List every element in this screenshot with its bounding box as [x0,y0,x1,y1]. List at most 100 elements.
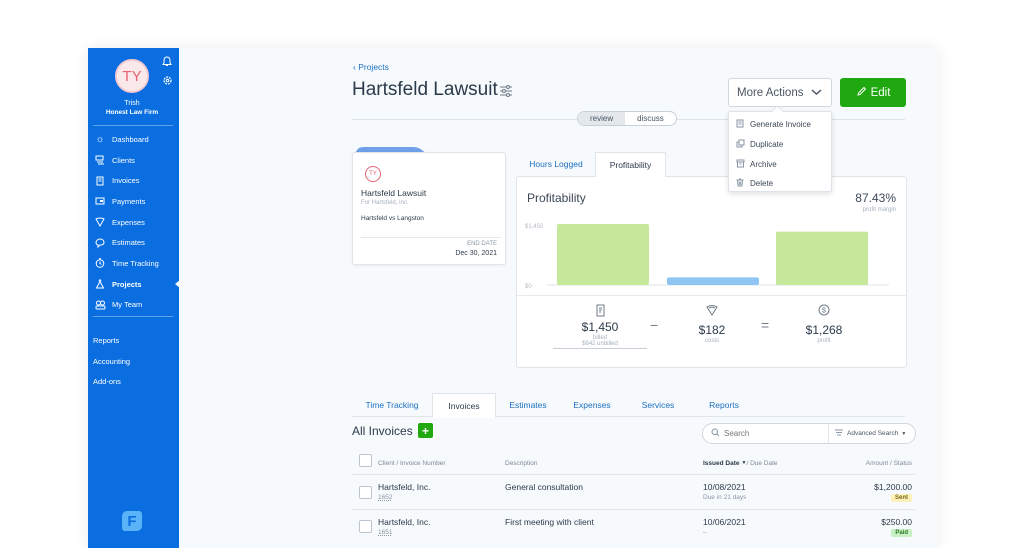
search-icon [711,428,720,439]
sliders-icon[interactable] [499,84,513,98]
filter-icon [835,429,843,438]
unbilled-label[interactable]: $642 unbilled [553,341,647,349]
menu-item-generate-invoice[interactable]: Generate Invoice [729,115,831,135]
profitability-panel: Profitability 87.43% profit margin $1,45… [516,176,907,368]
edit-button[interactable]: Edit [840,78,906,107]
more-actions-button[interactable]: More Actions [728,78,832,107]
row-divider [352,509,916,510]
row-client: Hartsfeld, Inc. [378,517,431,527]
sidebar-item-my-team[interactable]: My Team [88,295,179,316]
row-invoice-number[interactable]: 1651 [378,529,392,536]
sidebar-item-expenses[interactable]: Expenses [88,212,179,233]
sidebar-item-reports[interactable]: Reports [93,330,130,351]
row-amount: $250.00 [881,517,912,527]
costs-stat: $182 costs [677,304,747,344]
select-all-checkbox[interactable] [359,454,372,467]
menu-item-delete[interactable]: Delete [729,174,831,194]
breadcrumb[interactable]: ‹ Projects [353,62,389,72]
trash-icon [736,178,746,189]
sidebar-item-projects[interactable]: Projects [88,274,180,295]
clients-icon [94,154,106,166]
column-client[interactable]: Client / Invoice Number [378,453,446,473]
add-invoice-button[interactable]: + [418,423,433,438]
project-card-client: For Hartsfeld, Inc. [361,200,409,206]
sidebar-item-clients[interactable]: Clients [88,150,179,171]
sidebar-item-label: Dashboard [112,134,149,144]
costs-value: $182 [698,323,726,337]
expenses-icon [677,304,747,318]
column-amount-status[interactable]: Amount / Status [866,453,912,473]
costs-label: costs [704,338,719,344]
tab-invoices[interactable]: Invoices [432,393,496,418]
menu-item-duplicate[interactable]: Duplicate [729,135,831,155]
row-checkbox[interactable] [359,520,372,533]
sidebar-item-estimates[interactable]: Estimates [88,232,179,253]
sidebar-nav: ☼ Dashboard Clients Invoices Payments Exp… [88,129,180,316]
sidebar-item-accounting[interactable]: Accounting [93,351,130,372]
search-bar: Advanced Search ▼ [702,423,916,444]
project-card-description: Hartsfeld vs Langston [361,215,424,222]
sidebar-divider [93,125,173,126]
column-description[interactable]: Description [505,453,538,473]
bar-costs[interactable] [667,277,759,285]
profit-value: $1,268 [805,323,843,337]
project-tabs: Time Tracking Invoices Estimates Expense… [352,393,905,418]
more-actions-menu: Generate Invoice Duplicate Archive Delet… [728,111,832,192]
tab-services[interactable]: Services [626,393,690,417]
sidebar-item-label: Payments [112,196,146,206]
tab-reports[interactable]: Reports [692,393,756,417]
search-input[interactable] [724,429,828,438]
invoice-icon [736,119,746,130]
tab-time-tracking[interactable]: Time Tracking [352,393,432,417]
y-tick-label-top: $1,450 [525,224,544,230]
menu-item-label: Archive [750,159,777,169]
dashboard-icon: ☼ [95,133,105,145]
panel-divider [517,295,906,296]
user-avatar[interactable]: TY [115,59,149,93]
invoice-icon [553,304,647,318]
tab-profitability[interactable]: Profitability [595,152,666,177]
row-checkbox[interactable] [359,486,372,499]
sidebar: TY Trish Honest Law Firm ☼ Dashboard Clie… [88,48,180,548]
bar-billed[interactable] [557,224,649,285]
sidebar-item-dashboard[interactable]: ☼ Dashboard [88,129,179,150]
tab-hours-logged[interactable]: Hours Logged [518,152,594,176]
row-client: Hartsfeld, Inc. [378,482,431,492]
row-description: General consultation [505,482,583,492]
caret-down-icon: ▼ [901,430,907,437]
row-amount: $1,200.00 [874,482,912,492]
column-issued-date: Issued Date [703,459,740,467]
review-discuss-toggle: review discuss [577,111,677,126]
dollar-icon: $ [787,304,861,318]
toggle-review[interactable]: review [578,112,626,125]
tab-expenses[interactable]: Expenses [560,393,624,417]
advanced-search-label: Advanced Search [847,430,899,437]
sidebar-item-add-ons[interactable]: Add-ons [93,371,130,392]
project-card[interactable]: TY Hartsfeld Lawsuit For Hartsfeld, Inc.… [352,152,506,265]
sidebar-item-invoices[interactable]: Invoices [88,170,179,191]
more-actions-label: More Actions [737,86,804,99]
bar-profit[interactable] [776,231,868,285]
minus-operator: − [650,317,659,333]
clock-icon [94,257,106,269]
freshbooks-logo[interactable]: F [122,511,142,531]
end-date-value: Dec 30, 2021 [455,250,497,257]
chevron-down-icon [811,87,822,99]
menu-item-archive[interactable]: Archive [729,154,831,174]
sidebar-item-time-tracking[interactable]: Time Tracking [88,253,179,274]
end-date-label: END DATE [467,241,497,247]
profit-margin-value: 87.43% [855,191,896,205]
tab-estimates[interactable]: Estimates [496,393,560,417]
bell-icon[interactable] [162,56,172,70]
toggle-discuss[interactable]: discuss [625,112,676,125]
menu-item-label: Delete [750,179,774,189]
project-card-title: Hartsfeld Lawsuit [361,188,427,198]
column-date[interactable]: Issued Date ▼ / Due Date [703,453,778,473]
menu-item-label: Generate Invoice [750,120,811,130]
row-invoice-number[interactable]: 1652 [378,494,392,501]
section-title: All Invoices [352,424,413,438]
gear-icon[interactable] [162,75,173,89]
advanced-search-button[interactable]: Advanced Search ▼ [828,424,906,443]
table-header-divider [352,474,916,475]
sidebar-item-payments[interactable]: Payments [88,191,179,212]
